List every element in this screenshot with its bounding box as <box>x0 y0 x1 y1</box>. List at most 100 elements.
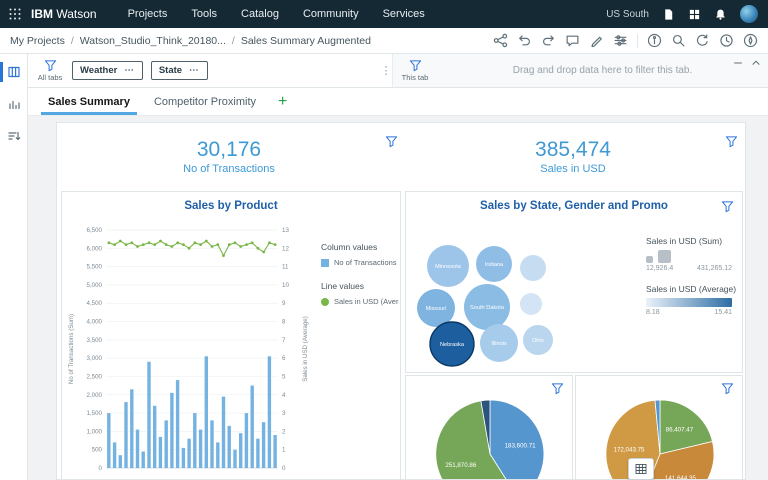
chip-overflow-icon[interactable]: ⋯ <box>124 65 135 76</box>
nav-item-tools[interactable]: Tools <box>191 8 217 20</box>
breadcrumb-bar: My Projects / Watson_Studio_Think_20180.… <box>0 28 768 54</box>
kpi-sales-in-usd: 385,474 Sales in USD <box>401 127 745 185</box>
svg-text:2,000: 2,000 <box>87 392 103 399</box>
state-bubble-chart[interactable]: MinnesotaIndianaMissouriSouth DakotaNebr… <box>414 216 638 368</box>
svg-text:11: 11 <box>282 264 289 271</box>
pen-icon[interactable] <box>589 33 604 48</box>
brand-logo[interactable]: IBM Watson <box>31 7 97 21</box>
brand-ibm: IBM <box>31 7 53 21</box>
properties-sliders-icon[interactable] <box>613 33 628 48</box>
svg-text:4,000: 4,000 <box>87 319 103 326</box>
svg-text:4: 4 <box>282 392 286 399</box>
kpi-filter-funnel-icon[interactable] <box>725 135 738 148</box>
combo-legend: Column values No of Transactions (... Li… <box>321 242 399 320</box>
reset-icon[interactable] <box>695 33 710 48</box>
data-columns-icon <box>7 65 21 79</box>
tab-sales-summary[interactable]: Sales Summary <box>36 88 142 115</box>
svg-text:251,870.86: 251,870.86 <box>445 462 477 469</box>
view-data-table-button[interactable] <box>628 458 654 480</box>
breadcrumb-current-page: Sales Summary Augmented <box>241 35 371 47</box>
svg-text:9: 9 <box>282 300 286 307</box>
breadcrumb: My Projects / Watson_Studio_Think_20180.… <box>10 35 371 47</box>
svg-text:5: 5 <box>282 373 286 380</box>
share-icon[interactable] <box>493 33 508 48</box>
svg-text:Minnesota: Minnesota <box>435 264 462 270</box>
this-tab-drop-region[interactable]: This tab Drag and drop data here to filt… <box>392 54 768 87</box>
size-min: 12,926.4 <box>646 265 673 272</box>
svg-text:3,500: 3,500 <box>87 337 103 344</box>
document-icon[interactable] <box>662 8 675 21</box>
brand-watson: Watson <box>56 7 96 21</box>
navbar-right: US South <box>606 5 768 23</box>
nav-item-community[interactable]: Community <box>303 8 359 20</box>
main-menu: Projects Tools Catalog Community Service… <box>128 8 425 20</box>
line-swatch <box>321 298 329 306</box>
bubble-legend: Sales in USD (Sum) 12,926.4 431,265.12 S… <box>646 236 738 316</box>
card-pie-left: 183,600.71 251,870.86 <box>405 375 573 480</box>
average-legend-title: Sales in USD (Average) <box>646 284 738 294</box>
nav-item-projects[interactable]: Projects <box>128 8 168 20</box>
history-clock-icon[interactable] <box>719 33 734 48</box>
app-switcher-icon[interactable] <box>8 7 22 21</box>
pie-chart-left[interactable]: 183,600.71 251,870.86 <box>406 376 573 480</box>
redo-icon[interactable] <box>541 33 556 48</box>
chevron-up-icon[interactable] <box>750 57 762 69</box>
rail-item-visualizations[interactable] <box>0 94 28 114</box>
rail-item-sort[interactable] <box>0 126 28 146</box>
svg-text:South Dakota: South Dakota <box>470 305 505 311</box>
svg-text:6: 6 <box>282 355 286 362</box>
sales-by-product-chart[interactable]: 0050011,00021,50032,00042,50053,00063,50… <box>64 218 320 480</box>
tab-competitor-proximity[interactable]: Competitor Proximity <box>142 88 268 115</box>
dashboard-canvas: 30,176 No of Transactions 385,474 Sales … <box>28 116 768 480</box>
kpi-value: 30,176 <box>197 138 261 162</box>
region-selector[interactable]: US South <box>606 9 649 20</box>
zoom-icon[interactable] <box>671 33 686 48</box>
navbar-left: IBM Watson Projects Tools Catalog Commun… <box>0 7 425 21</box>
chart-title: Sales by Product <box>62 200 400 212</box>
kpi-filter-funnel-icon[interactable] <box>385 135 398 148</box>
chip-overflow-icon[interactable]: ⋯ <box>189 65 200 76</box>
breadcrumb-separator: / <box>71 35 74 47</box>
undo-icon[interactable] <box>517 33 532 48</box>
pie-chart-right[interactable]: 86,407.47141,644.35172,043.75 <box>576 376 743 480</box>
svg-text:0: 0 <box>282 465 286 472</box>
rail-item-data-tray[interactable] <box>0 62 28 82</box>
user-avatar[interactable] <box>740 5 758 23</box>
filter-chip-weather[interactable]: Weather ⋯ <box>72 61 143 80</box>
svg-text:Nebraska: Nebraska <box>440 342 465 348</box>
breadcrumb-my-projects[interactable]: My Projects <box>10 35 65 47</box>
nav-item-services[interactable]: Services <box>383 8 425 20</box>
all-tabs-filter[interactable]: All tabs <box>28 59 72 82</box>
size-glyphs <box>646 250 738 263</box>
average-legend-range: 8.18 15.41 <box>646 309 732 316</box>
info-icon[interactable] <box>647 33 662 48</box>
svg-text:Sales in USD (Average): Sales in USD (Average) <box>302 316 309 382</box>
dashboard-page: 30,176 No of Transactions 385,474 Sales … <box>56 122 746 480</box>
size-max: 431,265.12 <box>697 265 732 272</box>
svg-text:183,600.71: 183,600.71 <box>505 442 537 449</box>
card-filter-funnel-icon[interactable] <box>721 200 734 213</box>
nav-item-catalog[interactable]: Catalog <box>241 8 279 20</box>
svg-text:1: 1 <box>282 447 286 454</box>
data-grid-icon <box>634 462 648 476</box>
this-tab-filter[interactable]: This tab <box>393 59 437 82</box>
notifications-bell-icon[interactable] <box>714 8 727 21</box>
comment-icon[interactable] <box>565 33 580 48</box>
legend-line-label: Sales in USD (Avera... <box>334 297 399 306</box>
column-swatch <box>321 259 329 267</box>
breadcrumb-project[interactable]: Watson_Studio_Think_20180... <box>80 35 226 47</box>
average-gradient <box>646 298 732 307</box>
apps-grid-icon[interactable] <box>688 8 701 21</box>
add-tab-button[interactable]: + <box>268 88 297 115</box>
minimize-icon[interactable] <box>732 57 744 69</box>
svg-text:6,000: 6,000 <box>87 245 103 252</box>
filter-drag-handle[interactable]: ⋮ <box>380 54 392 87</box>
legend-item-line: Sales in USD (Avera... <box>321 297 399 306</box>
compass-icon[interactable] <box>743 33 758 48</box>
breadcrumb-separator: / <box>232 35 235 47</box>
kpi-value: 385,474 <box>535 138 611 162</box>
chart-title: Sales by State, Gender and Promo <box>406 200 742 212</box>
filter-funnel-icon <box>44 59 57 72</box>
filter-chip-state[interactable]: State ⋯ <box>151 61 208 80</box>
svg-text:Illinois: Illinois <box>491 341 507 347</box>
